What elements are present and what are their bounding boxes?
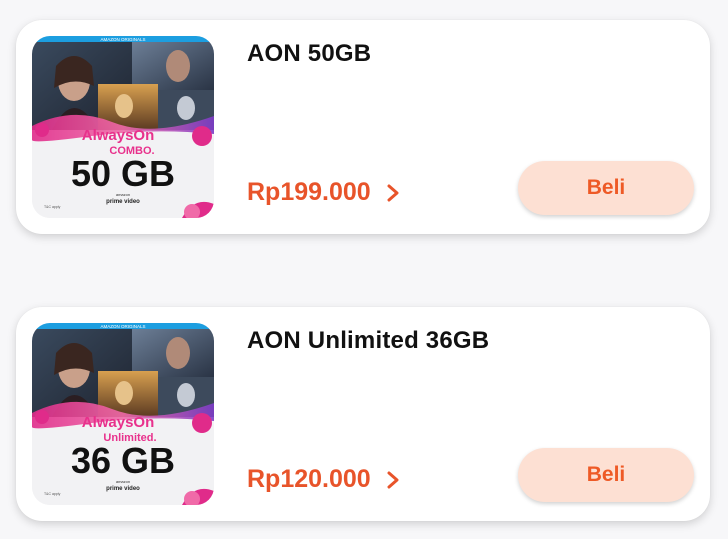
banner-quota: 36 GB <box>71 440 175 481</box>
buy-button[interactable]: Beli <box>518 448 694 502</box>
product-card[interactable]: AMAZON ORIGINALS AlwaysOn Unlimited. 36 … <box>16 307 710 521</box>
product-image: AMAZON ORIGINALS AlwaysOn Unlimited. 36 … <box>32 323 214 505</box>
banner-line1: AlwaysOn <box>82 414 155 431</box>
banner-fine-print: T&C apply <box>44 205 61 209</box>
buy-button[interactable]: Beli <box>518 161 694 215</box>
product-title: AON 50GB <box>247 40 372 67</box>
product-title: AON Unlimited 36GB <box>247 327 490 354</box>
banner-fine-print: T&C apply <box>44 492 61 496</box>
banner-brand-top: AMAZON ORIGINALS <box>100 324 145 329</box>
banner-brand-top: AMAZON ORIGINALS <box>100 37 145 42</box>
banner-quota: 50 GB <box>71 153 175 194</box>
chevron-right-icon <box>387 184 399 201</box>
product-image: AMAZON ORIGINALS AlwaysOn COMBO. 50 GB a… <box>32 36 214 218</box>
banner-partner-small: amazon <box>116 192 130 197</box>
chevron-right-icon <box>387 471 399 488</box>
product-card[interactable]: AMAZON ORIGINALS AlwaysOn COMBO. 50 GB a… <box>16 20 710 234</box>
banner-partner: prime video <box>106 199 140 205</box>
product-price: Rp120.000 <box>247 465 371 493</box>
banner-partner-small: amazon <box>116 479 130 484</box>
price-link[interactable]: Rp199.000 <box>247 178 401 207</box>
price-link[interactable]: Rp120.000 <box>247 465 401 494</box>
product-price: Rp199.000 <box>247 178 371 206</box>
banner-line1: AlwaysOn <box>82 127 155 144</box>
banner-partner: prime video <box>106 486 140 492</box>
